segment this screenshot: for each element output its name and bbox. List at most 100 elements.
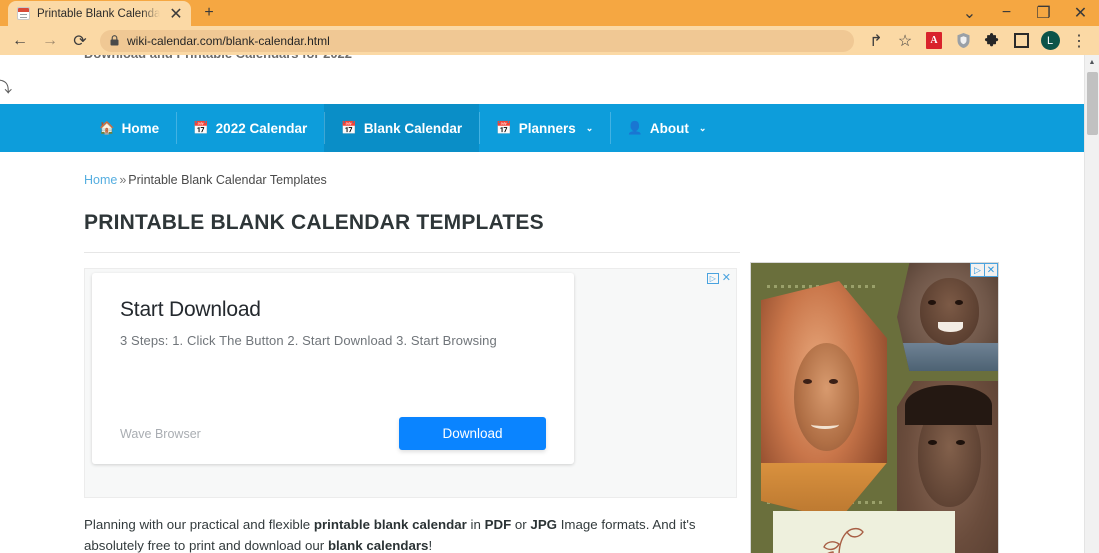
breadcrumb-current: Printable Blank Calendar Templates (128, 173, 327, 187)
calendar-icon: 📅 (341, 120, 357, 135)
close-window-button[interactable]: ✕ (1062, 0, 1099, 26)
calendar-icon: 📅 (193, 120, 209, 135)
page-viewport: Download and Printable Calendars for 202… (0, 55, 1099, 553)
shirt-shape (897, 342, 998, 371)
scroll-up-arrow-icon[interactable]: ▲ (1085, 55, 1099, 70)
minimize-button[interactable]: − (988, 0, 1025, 26)
nav-item-2022-calendar[interactable]: 📅 2022 Calendar (176, 104, 324, 152)
tab-strip: Printable Blank Calendar Templat ✕ + ⌄ −… (0, 0, 1099, 26)
nav-item-about[interactable]: 👤 About ⌄ (610, 104, 723, 152)
calendar-favicon-icon (17, 7, 30, 20)
ad-card[interactable]: Start Download 3 Steps: 1. Click The But… (92, 273, 574, 464)
browser-window: Printable Blank Calendar Templat ✕ + ⌄ −… (0, 0, 1099, 553)
pdf-glyph: A (926, 32, 942, 49)
back-icon[interactable]: ← (6, 28, 34, 53)
shield-extension-icon[interactable] (949, 28, 977, 53)
adchoices-icon[interactable]: ▷ (706, 273, 719, 284)
nav-item-home[interactable]: 🏠 Home (82, 104, 176, 152)
center-advertisement[interactable]: ▷ ✕ Start Download 3 Steps: 1. Click The… (84, 268, 737, 498)
intro-paragraph: Planning with our practical and flexible… (84, 514, 734, 553)
right-advertisement[interactable]: thinking huts 1.3 million Malagasy ▷ ✕ (750, 262, 999, 553)
para1-part1: Planning with our practical and flexible (84, 517, 314, 532)
side-panel-glyph (1013, 33, 1029, 48)
hair-shape (905, 384, 992, 426)
para1-bold2: PDF (484, 517, 512, 532)
calendar-icon: 📅 (496, 120, 512, 135)
para1-part3: or (511, 517, 531, 532)
close-ad-icon[interactable]: ✕ (722, 273, 731, 284)
home-icon: 🏠 (99, 120, 115, 135)
para1-bold1: printable blank calendar (313, 517, 467, 532)
nav-label-planners: Planners (518, 120, 576, 136)
breadcrumb: Home» Printable Blank Calendar Templates (84, 173, 740, 187)
browser-menu-icon[interactable]: ⋮ (1065, 28, 1093, 53)
window-controls: ⌄ − ❐ ✕ (951, 0, 1099, 26)
face-shape (917, 403, 982, 507)
chevron-down-icon[interactable]: ⌄ (951, 0, 988, 26)
para1-bold3: JPG (530, 517, 558, 532)
page-gap: ⤵ (0, 68, 1084, 104)
address-bar[interactable]: wiki-calendar.com/blank-calendar.html (100, 29, 854, 52)
ad-photo-boy-top (897, 263, 998, 371)
profile-avatar[interactable]: L (1036, 28, 1064, 53)
ad-brand-label: Wave Browser (120, 426, 201, 441)
para1-bold4: blank calendars (327, 538, 429, 553)
smile-shape (811, 420, 840, 429)
browser-tab[interactable]: Printable Blank Calendar Templat ✕ (8, 1, 191, 26)
close-tab-icon[interactable]: ✕ (167, 5, 185, 23)
lock-icon (110, 35, 119, 46)
eye-shape (927, 299, 936, 305)
forward-icon[interactable]: → (36, 28, 64, 53)
user-icon: 👤 (627, 120, 643, 135)
close-ad-icon[interactable]: ✕ (984, 264, 997, 276)
adchoices-icon[interactable]: ▷ (971, 264, 984, 276)
url-text: wiki-calendar.com/blank-calendar.html (127, 33, 330, 48)
nav-item-blank-calendar[interactable]: 📅 Blank Calendar (324, 104, 480, 152)
adchoices-controls: ▷ ✕ (970, 263, 998, 277)
ad-footer: Wave Browser Download (120, 417, 546, 450)
nav-label-2022-calendar: 2022 Calendar (215, 120, 308, 136)
face-shape (919, 278, 980, 346)
ad-download-button[interactable]: Download (399, 417, 546, 450)
page-scrollbar[interactable]: ▲ (1084, 55, 1099, 553)
breadcrumb-home-link[interactable]: Home (84, 173, 117, 187)
eye-shape (829, 378, 839, 384)
nav-label-blank-calendar: Blank Calendar (363, 120, 463, 136)
main-column: Home» Printable Blank Calendar Templates … (0, 152, 740, 553)
toolbar-actions: ↱ ☆ A L ⋮ (862, 28, 1093, 53)
scrollbar-thumb[interactable] (1087, 72, 1098, 135)
chevron-down-icon: ⌄ (698, 122, 707, 133)
para1-part5: ! (428, 538, 433, 553)
adchoices-controls: ▷ ✕ (706, 273, 731, 284)
clipped-heading-text: Download and Printable Calendars for 202… (84, 55, 352, 61)
ad-photo-girl-left (761, 281, 887, 520)
breadcrumb-separator: » (119, 173, 127, 187)
eye-shape (955, 440, 965, 446)
nav-label-about: About (649, 120, 689, 136)
clipped-heading: Download and Printable Calendars for 202… (0, 55, 1084, 68)
ad-subtext: 3 Steps: 1. Click The Button 2. Start Do… (120, 333, 497, 348)
share-icon[interactable]: ↱ (862, 28, 890, 53)
ad-headline: Start Download (120, 298, 261, 322)
eye-shape (927, 440, 937, 446)
new-tab-button[interactable]: + (200, 4, 218, 22)
chevron-down-icon: ⌄ (585, 122, 594, 133)
smile-shape (938, 322, 963, 333)
maximize-button[interactable]: ❐ (1025, 0, 1062, 26)
eye-shape (954, 299, 963, 305)
side-panel-icon[interactable] (1007, 28, 1035, 53)
page-title: PRINTABLE BLANK CALENDAR TEMPLATES (84, 211, 740, 253)
nav-label-home: Home (121, 120, 160, 136)
tab-title: Printable Blank Calendar Templat (37, 7, 160, 20)
face-shape (793, 343, 860, 451)
browser-toolbar: ← → ⟳ wiki-calendar.com/blank-calendar.h… (0, 26, 1099, 55)
pdf-extension-icon[interactable]: A (920, 28, 948, 53)
puzzle-extensions-icon[interactable] (978, 28, 1006, 53)
leaf-sprout-logo-icon (823, 527, 864, 553)
nav-item-planners[interactable]: 📅 Planners ⌄ (479, 104, 610, 152)
site-navigation: 🏠 Home 📅 2022 Calendar 📅 Blank Calendar … (0, 104, 1084, 152)
bookmark-star-icon[interactable]: ☆ (891, 28, 919, 53)
para1-part2: in (466, 517, 485, 532)
reload-icon[interactable]: ⟳ (66, 28, 94, 53)
web-page: Download and Printable Calendars for 202… (0, 55, 1084, 553)
